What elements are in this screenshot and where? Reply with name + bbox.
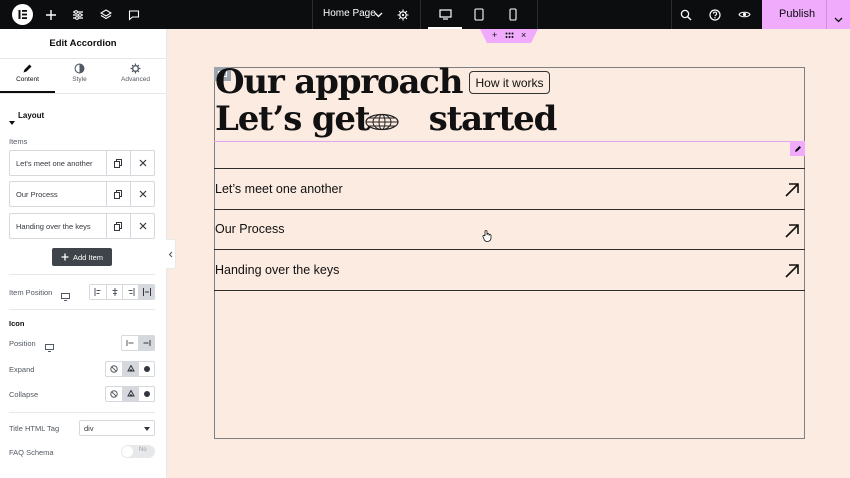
chevron-down-icon [144, 427, 150, 431]
mobile-icon[interactable] [500, 0, 526, 29]
arrow-up-right-icon[interactable] [784, 223, 800, 244]
arrow-up-right-icon[interactable] [784, 263, 800, 284]
accordion-item-title[interactable]: Handing over the keys [215, 263, 339, 277]
faq-schema-toggle[interactable]: No [121, 445, 155, 458]
icon-position-control[interactable] [121, 335, 155, 351]
contrast-icon [74, 63, 85, 74]
widget-selection-outline [214, 141, 805, 142]
chevron-left-icon [168, 251, 173, 257]
heading-text: started [428, 99, 558, 139]
circle-filled-icon[interactable] [138, 387, 154, 401]
icon-library-icon[interactable] [122, 362, 138, 376]
tab-advanced[interactable]: Advanced [108, 63, 163, 91]
icon-section-title: Icon [9, 319, 25, 328]
elementor-logo-icon[interactable] [8, 0, 36, 29]
repeater-item[interactable]: Let's meet one another [9, 150, 155, 176]
tab-style[interactable]: Style [52, 63, 107, 91]
duplicate-icon[interactable] [106, 151, 130, 175]
eye-icon[interactable] [734, 0, 754, 29]
panel-collapse-handle[interactable] [166, 239, 176, 269]
icon-library-icon[interactable] [122, 387, 138, 401]
top-bar: Home Page Publish [0, 0, 850, 29]
add-item-label: Add Item [72, 252, 103, 262]
add-icon[interactable] [40, 0, 62, 29]
add-icon [61, 253, 69, 261]
item-position-control[interactable] [89, 284, 155, 300]
repeater-item-label: Our Process [16, 190, 58, 199]
repeater-item[interactable]: Handing over the keys [9, 213, 155, 239]
close-icon[interactable] [130, 151, 154, 175]
repeater-item-label: Handing over the keys [16, 222, 91, 231]
expand-label: Expand [9, 365, 35, 374]
select-value: div [84, 424, 94, 433]
publish-button[interactable]: Publish [762, 0, 850, 29]
heading-line-1[interactable]: Our approach [215, 62, 464, 102]
tab-label: Content [16, 76, 39, 83]
help-icon[interactable] [706, 0, 724, 29]
page-title[interactable]: Home Page [323, 8, 376, 19]
caret-down-icon[interactable] [9, 113, 15, 131]
chevron-down-icon[interactable] [371, 0, 385, 29]
collapse-label: Collapse [9, 390, 39, 399]
pencil-icon [794, 145, 801, 152]
icon-end-icon[interactable] [138, 336, 154, 350]
toggle-text: No [139, 447, 147, 453]
duplicate-icon[interactable] [106, 182, 130, 206]
how-it-works-chip[interactable]: How it works [469, 71, 550, 94]
accordion-item-title[interactable]: Let’s meet one another [215, 182, 343, 196]
desktop-icon[interactable] [61, 288, 70, 306]
close-icon[interactable]: × [521, 30, 526, 40]
tab-label: Style [72, 76, 87, 83]
globe-icon [365, 113, 399, 136]
align-stretch-icon[interactable] [138, 285, 154, 299]
collapse-icon-control[interactable] [105, 386, 155, 402]
section-handle[interactable]: + × [480, 29, 538, 43]
add-icon[interactable]: + [492, 30, 497, 40]
tab-content[interactable]: Content [0, 63, 55, 91]
faq-schema-label: FAQ Schema [9, 448, 54, 457]
align-end-icon[interactable] [122, 285, 138, 299]
close-icon[interactable] [130, 182, 154, 206]
settings-sliders-icon[interactable] [67, 0, 89, 29]
accordion-item-title[interactable]: Our Process [215, 222, 284, 236]
drag-handle-icon[interactable] [505, 31, 514, 41]
align-center-icon[interactable] [106, 285, 122, 299]
editor-panel: Edit Accordion Content Style Advanced La… [0, 29, 167, 478]
arrow-up-right-icon[interactable] [784, 182, 800, 203]
items-label: Items [9, 137, 28, 146]
tab-label: Advanced [121, 76, 150, 83]
item-position-label: Item Position [9, 288, 53, 297]
edit-widget-handle[interactable] [790, 141, 805, 156]
title-html-tag-label: Title HTML Tag [9, 424, 60, 433]
gear-icon[interactable] [394, 0, 412, 29]
pencil-icon [23, 64, 32, 73]
add-item-button[interactable]: Add Item [52, 248, 112, 266]
gear-icon [130, 63, 141, 74]
publish-label: Publish [779, 8, 816, 20]
close-icon[interactable] [130, 214, 154, 238]
layout-section-title[interactable]: Layout [18, 111, 44, 120]
title-html-tag-select[interactable]: div [79, 420, 155, 436]
align-start-icon[interactable] [90, 285, 106, 299]
chevron-down-icon[interactable] [834, 10, 843, 28]
none-icon[interactable] [106, 387, 122, 401]
desktop-icon[interactable] [428, 0, 462, 29]
panel-title: Edit Accordion [49, 38, 117, 49]
layers-icon[interactable] [95, 0, 117, 29]
circle-filled-icon[interactable] [138, 362, 154, 376]
icon-start-icon[interactable] [122, 336, 138, 350]
expand-icon-control[interactable] [105, 361, 155, 377]
duplicate-icon[interactable] [106, 214, 130, 238]
desktop-icon[interactable] [45, 339, 54, 357]
hand-cursor-icon [482, 229, 493, 247]
tablet-icon[interactable] [466, 0, 492, 29]
comments-icon[interactable] [123, 0, 145, 29]
repeater-item[interactable]: Our Process [9, 181, 155, 207]
none-icon[interactable] [106, 362, 122, 376]
search-icon[interactable] [677, 0, 695, 29]
repeater-item-label: Let's meet one another [16, 159, 93, 168]
position-label: Position [9, 339, 36, 348]
heading-text: Let’s get [215, 99, 371, 139]
